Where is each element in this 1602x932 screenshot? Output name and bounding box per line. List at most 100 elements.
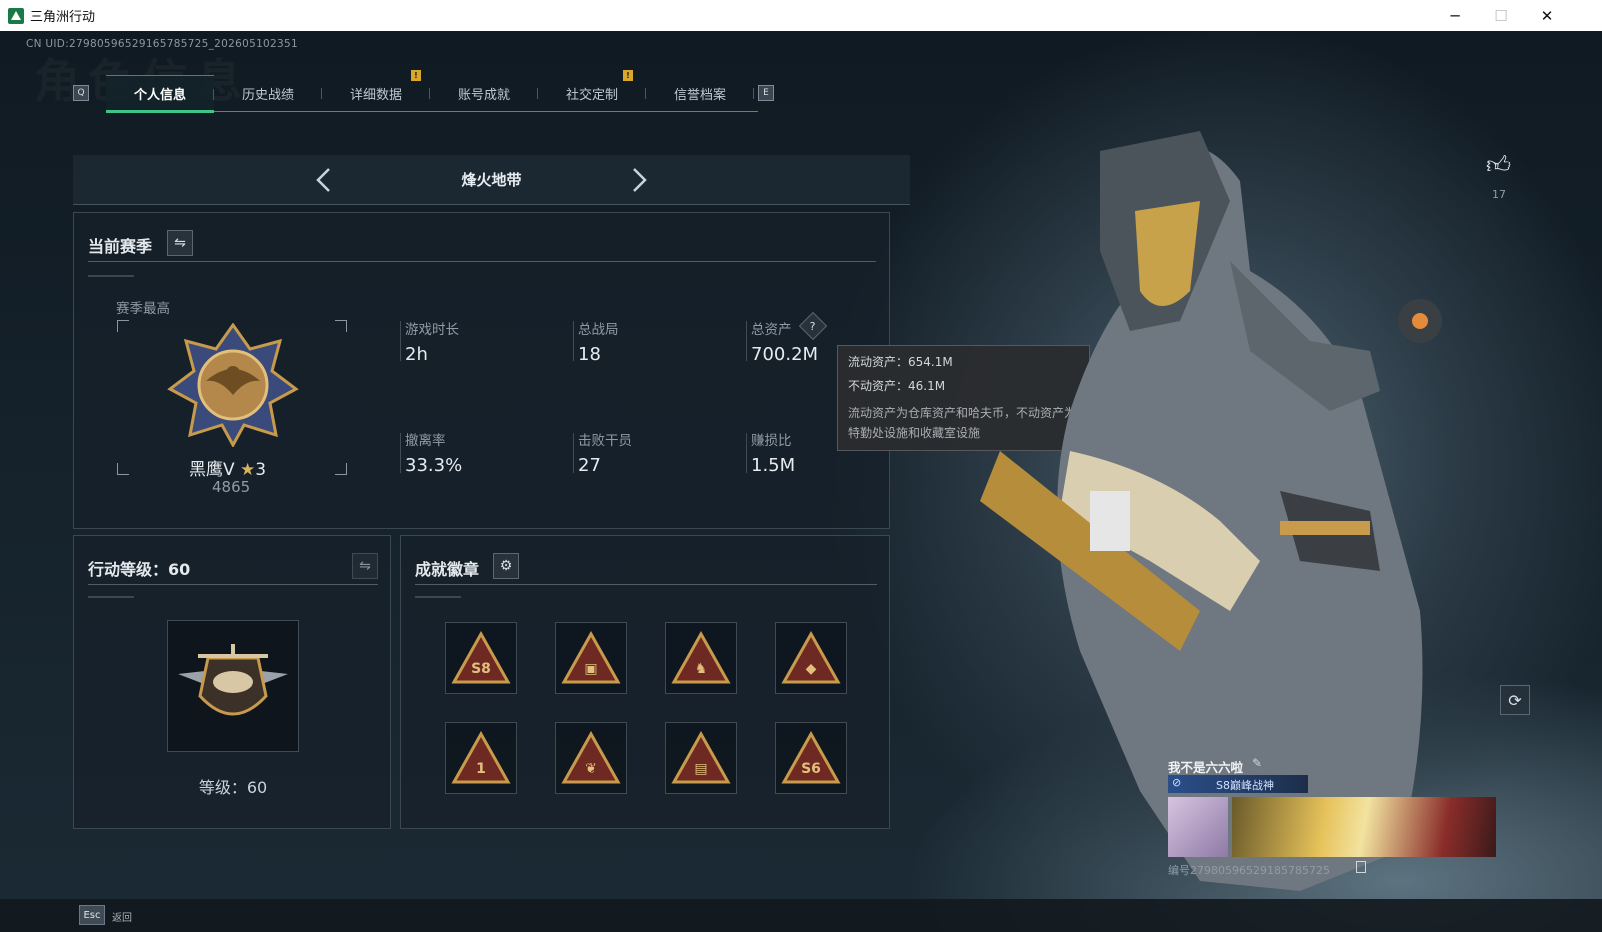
- avatar[interactable]: [1168, 797, 1228, 857]
- achievement-panel: 成就徽章 ⚙ S8 ▣ ♞ ◆ 1 ❦ ▤ S6: [400, 535, 890, 829]
- thumbs-up-icon[interactable]: 👍︎: [1486, 151, 1511, 180]
- swap-icon: ⇋: [359, 558, 371, 574]
- player-name: 我不是六六啦: [1168, 760, 1244, 775]
- divider: [415, 584, 877, 585]
- badge-glyph: 1: [476, 761, 486, 777]
- stat-label: 游戏时长: [405, 322, 459, 338]
- chevron-right-icon[interactable]: [628, 167, 650, 193]
- badge-glyph: S6: [801, 761, 821, 777]
- like-count: 17: [1492, 188, 1506, 201]
- title-tag-label: S8巅峰战神: [1216, 779, 1274, 792]
- achievement-badge[interactable]: S8: [445, 622, 517, 694]
- achievement-badge[interactable]: ▣: [555, 622, 627, 694]
- stat-label: 赚损比: [751, 433, 792, 449]
- stat-value: 18: [578, 344, 601, 365]
- achievement-badge[interactable]: 1: [445, 722, 517, 794]
- achievement-badge[interactable]: ❦: [555, 722, 627, 794]
- minimize-button[interactable]: ─: [1432, 0, 1478, 31]
- rank-name: 黑鹰Ⅴ ★3: [189, 455, 266, 480]
- triangle-badge-icon: S6: [781, 731, 841, 784]
- tab-bar: 个人信息 历史战绩 详细数据 账号成就 社交定制 信誉档案: [106, 75, 758, 113]
- player-card: 我不是六六啦 ✎ ⊘ S8巅峰战神 编号2798059652918578572​…: [1168, 756, 1496, 881]
- triangle-badge-icon: ▤: [671, 731, 731, 784]
- stat-value: 27: [578, 455, 601, 476]
- level-panel: 行动等级：60 ⇋ 等级：60: [73, 535, 391, 829]
- season-best-label: 赛季最高: [116, 301, 170, 317]
- window-title: 三角洲行动: [30, 10, 96, 25]
- tab-history[interactable]: 历史战绩: [214, 75, 322, 111]
- helicopter-emblem-icon: [178, 644, 288, 716]
- game-viewport: 角色信息 CN UID:279805965291657857​25_202605…: [0, 31, 1602, 932]
- level-title: 行动等级：60: [88, 560, 191, 579]
- triangle-badge-icon: ▣: [561, 631, 621, 684]
- divider: [400, 321, 401, 361]
- badge-glyph: ▣: [584, 661, 597, 677]
- app-logo-icon: [8, 7, 24, 24]
- stat-label: 击败干员: [578, 433, 632, 449]
- achievement-badge[interactable]: ◆: [775, 622, 847, 694]
- stat-value: 33.3%: [405, 455, 463, 476]
- stat-label: 总资产: [751, 322, 792, 338]
- tab-notice-badge: !: [411, 70, 421, 81]
- tab-achievements[interactable]: 账号成就: [430, 75, 538, 111]
- achievement-badge[interactable]: ♞: [665, 622, 737, 694]
- close-button[interactable]: ✕: [1524, 0, 1570, 31]
- tab-personal-info[interactable]: 个人信息: [106, 75, 214, 113]
- season-panel: 当前赛季 ⇋ 赛季最高 黑鹰Ⅴ ★3 4865 游戏时长 2h 总战局 18 总…: [73, 212, 890, 529]
- question-icon: ?: [810, 319, 816, 333]
- asset-help-button[interactable]: ?: [798, 311, 828, 341]
- badge-glyph: ♞: [695, 661, 708, 677]
- tab-prev-key[interactable]: Q: [73, 85, 89, 101]
- badge-glyph: ❦: [585, 761, 597, 777]
- footer-bar: Esc 返回: [0, 899, 1602, 932]
- copy-icon[interactable]: [1356, 861, 1366, 873]
- shield-icon: ⊘: [1172, 776, 1182, 789]
- achievement-title: 成就徽章: [415, 560, 480, 579]
- achievement-badge[interactable]: ▤: [665, 722, 737, 794]
- tab-notice-badge: !: [623, 70, 633, 81]
- achievement-badge[interactable]: S6: [775, 722, 847, 794]
- swap-icon: ⇋: [174, 235, 186, 251]
- level-emblem: [167, 620, 299, 752]
- tab-reputation[interactable]: 信誉档案: [646, 75, 754, 111]
- badge-glyph: S8: [471, 661, 491, 677]
- stat-label: 撤离率: [405, 433, 446, 449]
- maximize-button[interactable]: ☐: [1478, 0, 1524, 31]
- title-tag: ⊘ S8巅峰战神: [1168, 775, 1308, 793]
- triangle-badge-icon: 1: [451, 731, 511, 784]
- triangle-badge-icon: ♞: [671, 631, 731, 684]
- divider: [573, 321, 574, 361]
- rank-stars: 3: [255, 460, 267, 480]
- mode-selector: 烽火地带: [73, 155, 910, 205]
- divider: [746, 433, 747, 473]
- star-icon: ★: [240, 460, 256, 480]
- tab-next-key[interactable]: E: [758, 85, 774, 101]
- divider: [88, 584, 378, 585]
- frame-corner: [335, 463, 347, 475]
- player-uid: 编号2798059652918578572​5: [1168, 864, 1330, 877]
- rank-title: 黑鹰Ⅴ: [189, 460, 235, 480]
- gear-icon: ⚙: [499, 558, 513, 574]
- divider: [400, 433, 401, 473]
- season-title: 当前赛季: [88, 237, 153, 256]
- divider: [88, 596, 134, 598]
- edit-icon[interactable]: ✎: [1252, 756, 1262, 770]
- stat-value: 2h: [405, 344, 428, 365]
- level-switch-button[interactable]: ⇋: [352, 553, 378, 579]
- badge-glyph: ▤: [694, 761, 707, 777]
- esc-key[interactable]: Esc: [79, 905, 105, 925]
- rank-score: 4865: [212, 478, 251, 496]
- season-switch-button[interactable]: ⇋: [167, 230, 193, 256]
- back-label[interactable]: 返回: [112, 909, 132, 924]
- achievement-settings-button[interactable]: ⚙: [493, 553, 519, 579]
- frame-corner: [117, 463, 129, 475]
- divider: [746, 321, 747, 361]
- divider: [88, 261, 876, 262]
- triangle-badge-icon: ❦: [561, 731, 621, 784]
- stat-value: 1.5M: [751, 455, 796, 476]
- refresh-icon: ⟳: [1508, 690, 1522, 710]
- refresh-button[interactable]: ⟳: [1500, 685, 1530, 715]
- uid-label: CN UID:279805965291657857​25_20260510235…: [26, 38, 298, 50]
- stat-value: 700.2M: [751, 344, 819, 365]
- name-card-banner[interactable]: [1232, 797, 1496, 857]
